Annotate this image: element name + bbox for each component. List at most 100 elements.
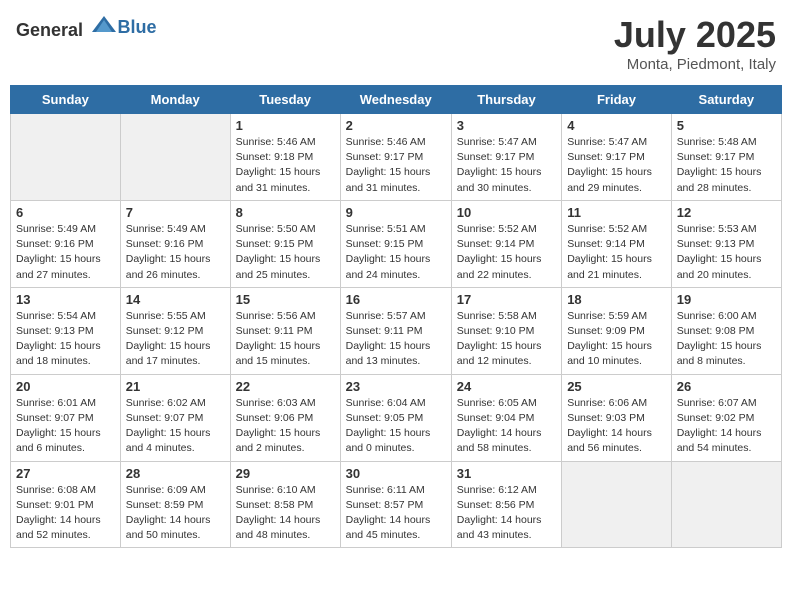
day-number: 1 bbox=[236, 118, 335, 133]
calendar-cell: 2 Sunrise: 5:46 AM Sunset: 9:17 PM Daylig… bbox=[340, 114, 451, 201]
day-number: 16 bbox=[346, 292, 446, 307]
day-number: 12 bbox=[677, 205, 776, 220]
calendar-cell: 24Sunrise: 6:05 AM Sunset: 9:04 PM Dayli… bbox=[451, 374, 561, 461]
day-info: Sunrise: 5:56 AM Sunset: 9:11 PM Dayligh… bbox=[236, 309, 335, 370]
day-number: 23 bbox=[346, 379, 446, 394]
column-header-thursday: Thursday bbox=[451, 86, 561, 114]
day-info: Sunrise: 5:51 AM Sunset: 9:15 PM Dayligh… bbox=[346, 222, 446, 283]
page-header: General Blue July 2025 Monta, Piedmont, … bbox=[10, 10, 782, 77]
calendar-cell bbox=[562, 461, 672, 548]
calendar-cell: 3 Sunrise: 5:47 AM Sunset: 9:17 PM Daylig… bbox=[451, 114, 561, 201]
calendar-cell: 21 Sunrise: 6:02 AM Sunset: 9:07 PM Dayli… bbox=[120, 374, 230, 461]
column-header-friday: Friday bbox=[562, 86, 672, 114]
day-number: 14 bbox=[126, 292, 225, 307]
calendar-cell: 6Sunrise: 5:49 AM Sunset: 9:16 PM Daylig… bbox=[11, 200, 121, 287]
day-info: Sunrise: 6:08 AM Sunset: 9:01 PM Dayligh… bbox=[16, 483, 115, 544]
day-info: Sunrise: 5:47 AM Sunset: 9:17 PM Dayligh… bbox=[457, 135, 556, 196]
day-info: Sunrise: 6:02 AM Sunset: 9:07 PM Dayligh… bbox=[126, 396, 225, 457]
day-number: 5 bbox=[677, 118, 776, 133]
calendar-cell: 20 Sunrise: 6:01 AM Sunset: 9:07 PM Dayli… bbox=[11, 374, 121, 461]
column-header-wednesday: Wednesday bbox=[340, 86, 451, 114]
calendar-cell: 19Sunrise: 6:00 AM Sunset: 9:08 PM Dayli… bbox=[671, 287, 781, 374]
calendar-cell: 13 Sunrise: 5:54 AM Sunset: 9:13 PM Dayli… bbox=[11, 287, 121, 374]
day-info: Sunrise: 5:50 AM Sunset: 9:15 PM Dayligh… bbox=[236, 222, 335, 283]
title-section: July 2025 Monta, Piedmont, Italy bbox=[614, 14, 776, 73]
day-info: Sunrise: 6:01 AM Sunset: 9:07 PM Dayligh… bbox=[16, 396, 115, 457]
day-number: 31 bbox=[457, 466, 556, 481]
calendar-cell: 17 Sunrise: 5:58 AM Sunset: 9:10 PM Dayli… bbox=[451, 287, 561, 374]
day-number: 29 bbox=[236, 466, 335, 481]
day-info: Sunrise: 5:55 AM Sunset: 9:12 PM Dayligh… bbox=[126, 309, 225, 370]
calendar-cell: 28 Sunrise: 6:09 AM Sunset: 8:59 PM Dayli… bbox=[120, 461, 230, 548]
calendar-cell: 5 Sunrise: 5:48 AM Sunset: 9:17 PM Daylig… bbox=[671, 114, 781, 201]
calendar-cell: 31 Sunrise: 6:12 AM Sunset: 8:56 PM Dayli… bbox=[451, 461, 561, 548]
week-row-3: 13 Sunrise: 5:54 AM Sunset: 9:13 PM Dayli… bbox=[11, 287, 782, 374]
day-number: 17 bbox=[457, 292, 556, 307]
day-number: 4 bbox=[567, 118, 666, 133]
calendar-cell: 10Sunrise: 5:52 AM Sunset: 9:14 PM Dayli… bbox=[451, 200, 561, 287]
calendar-cell: 29 Sunrise: 6:10 AM Sunset: 8:58 PM Dayli… bbox=[230, 461, 340, 548]
day-number: 25 bbox=[567, 379, 666, 394]
day-number: 8 bbox=[236, 205, 335, 220]
logo-icon bbox=[90, 14, 118, 36]
day-info: Sunrise: 6:06 AM Sunset: 9:03 PM Dayligh… bbox=[567, 396, 666, 457]
day-number: 28 bbox=[126, 466, 225, 481]
column-header-sunday: Sunday bbox=[11, 86, 121, 114]
day-number: 22 bbox=[236, 379, 335, 394]
day-info: Sunrise: 5:52 AM Sunset: 9:14 PM Dayligh… bbox=[567, 222, 666, 283]
calendar-subtitle: Monta, Piedmont, Italy bbox=[614, 56, 776, 73]
day-number: 27 bbox=[16, 466, 115, 481]
header-row: SundayMondayTuesdayWednesdayThursdayFrid… bbox=[11, 86, 782, 114]
day-info: Sunrise: 5:52 AM Sunset: 9:14 PM Dayligh… bbox=[457, 222, 556, 283]
day-info: Sunrise: 6:10 AM Sunset: 8:58 PM Dayligh… bbox=[236, 483, 335, 544]
calendar-cell: 1Sunrise: 5:46 AM Sunset: 9:18 PM Daylig… bbox=[230, 114, 340, 201]
day-number: 13 bbox=[16, 292, 115, 307]
calendar-cell: 8 Sunrise: 5:50 AM Sunset: 9:15 PM Daylig… bbox=[230, 200, 340, 287]
calendar-cell: 7Sunrise: 5:49 AM Sunset: 9:16 PM Daylig… bbox=[120, 200, 230, 287]
calendar-cell: 22 Sunrise: 6:03 AM Sunset: 9:06 PM Dayli… bbox=[230, 374, 340, 461]
calendar-cell: 9 Sunrise: 5:51 AM Sunset: 9:15 PM Daylig… bbox=[340, 200, 451, 287]
day-number: 11 bbox=[567, 205, 666, 220]
day-number: 21 bbox=[126, 379, 225, 394]
day-info: Sunrise: 6:12 AM Sunset: 8:56 PM Dayligh… bbox=[457, 483, 556, 544]
calendar-cell: 27 Sunrise: 6:08 AM Sunset: 9:01 PM Dayli… bbox=[11, 461, 121, 548]
calendar-cell: 30 Sunrise: 6:11 AM Sunset: 8:57 PM Dayli… bbox=[340, 461, 451, 548]
column-header-monday: Monday bbox=[120, 86, 230, 114]
calendar-cell: 23 Sunrise: 6:04 AM Sunset: 9:05 PM Dayli… bbox=[340, 374, 451, 461]
day-info: Sunrise: 6:11 AM Sunset: 8:57 PM Dayligh… bbox=[346, 483, 446, 544]
day-info: Sunrise: 5:59 AM Sunset: 9:09 PM Dayligh… bbox=[567, 309, 666, 370]
day-number: 18 bbox=[567, 292, 666, 307]
day-info: Sunrise: 5:57 AM Sunset: 9:11 PM Dayligh… bbox=[346, 309, 446, 370]
day-number: 20 bbox=[16, 379, 115, 394]
day-number: 2 bbox=[346, 118, 446, 133]
calendar-cell: 26Sunrise: 6:07 AM Sunset: 9:02 PM Dayli… bbox=[671, 374, 781, 461]
day-info: Sunrise: 6:09 AM Sunset: 8:59 PM Dayligh… bbox=[126, 483, 225, 544]
day-info: Sunrise: 6:03 AM Sunset: 9:06 PM Dayligh… bbox=[236, 396, 335, 457]
calendar-cell: 12Sunrise: 5:53 AM Sunset: 9:13 PM Dayli… bbox=[671, 200, 781, 287]
logo: General Blue bbox=[16, 14, 157, 41]
day-info: Sunrise: 6:04 AM Sunset: 9:05 PM Dayligh… bbox=[346, 396, 446, 457]
day-info: Sunrise: 5:49 AM Sunset: 9:16 PM Dayligh… bbox=[126, 222, 225, 283]
day-info: Sunrise: 5:47 AM Sunset: 9:17 PM Dayligh… bbox=[567, 135, 666, 196]
day-info: Sunrise: 5:54 AM Sunset: 9:13 PM Dayligh… bbox=[16, 309, 115, 370]
day-number: 9 bbox=[346, 205, 446, 220]
calendar-table: SundayMondayTuesdayWednesdayThursdayFrid… bbox=[10, 85, 782, 548]
calendar-cell: 11 Sunrise: 5:52 AM Sunset: 9:14 PM Dayli… bbox=[562, 200, 672, 287]
day-info: Sunrise: 6:05 AM Sunset: 9:04 PM Dayligh… bbox=[457, 396, 556, 457]
week-row-1: 1Sunrise: 5:46 AM Sunset: 9:18 PM Daylig… bbox=[11, 114, 782, 201]
calendar-cell: 16 Sunrise: 5:57 AM Sunset: 9:11 PM Dayli… bbox=[340, 287, 451, 374]
day-info: Sunrise: 5:48 AM Sunset: 9:17 PM Dayligh… bbox=[677, 135, 776, 196]
logo-blue: Blue bbox=[118, 17, 157, 37]
calendar-cell bbox=[671, 461, 781, 548]
day-info: Sunrise: 5:46 AM Sunset: 9:17 PM Dayligh… bbox=[346, 135, 446, 196]
day-number: 30 bbox=[346, 466, 446, 481]
calendar-cell: 14 Sunrise: 5:55 AM Sunset: 9:12 PM Dayli… bbox=[120, 287, 230, 374]
day-number: 15 bbox=[236, 292, 335, 307]
day-info: Sunrise: 5:58 AM Sunset: 9:10 PM Dayligh… bbox=[457, 309, 556, 370]
calendar-cell: 15 Sunrise: 5:56 AM Sunset: 9:11 PM Dayli… bbox=[230, 287, 340, 374]
day-number: 3 bbox=[457, 118, 556, 133]
calendar-title: July 2025 bbox=[614, 14, 776, 56]
week-row-5: 27 Sunrise: 6:08 AM Sunset: 9:01 PM Dayli… bbox=[11, 461, 782, 548]
logo-general: General bbox=[16, 20, 83, 40]
week-row-4: 20 Sunrise: 6:01 AM Sunset: 9:07 PM Dayli… bbox=[11, 374, 782, 461]
